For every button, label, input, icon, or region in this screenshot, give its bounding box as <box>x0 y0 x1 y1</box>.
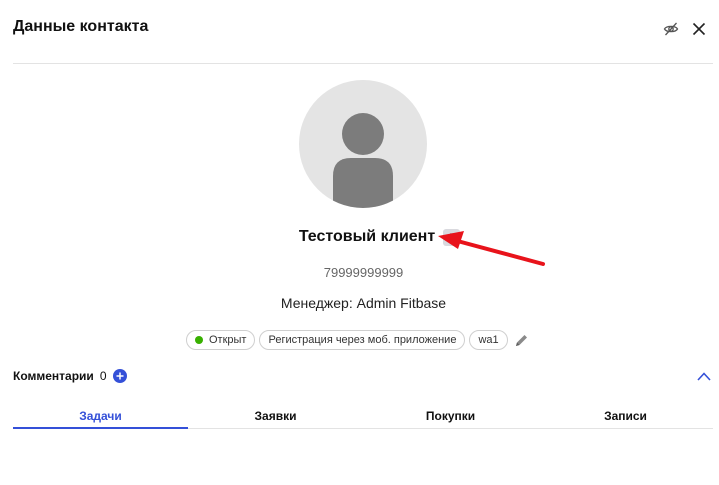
tag-wa1[interactable]: wa1 <box>469 330 508 350</box>
add-comment-button[interactable] <box>112 369 127 383</box>
collapse-comments-button[interactable] <box>696 369 712 383</box>
pencil-icon <box>516 334 528 346</box>
chevron-up-icon <box>697 372 711 381</box>
contact-phone: 79999999999 <box>323 265 404 280</box>
tag-status[interactable]: Открыт <box>186 330 256 350</box>
avatar <box>299 80 427 208</box>
modal-header: Данные контакта <box>0 0 719 64</box>
tab-bookings[interactable]: Записи <box>538 403 713 428</box>
edit-tags-button[interactable] <box>514 332 530 348</box>
tabs-bar: Задачи Заявки Покупки Записи <box>13 403 713 429</box>
tag-label: Регистрация через моб. приложение <box>268 334 457 346</box>
tab-tasks[interactable]: Задачи <box>13 403 188 429</box>
close-button[interactable] <box>690 20 708 38</box>
tab-requests[interactable]: Заявки <box>188 403 363 428</box>
tag-label: Открыт <box>209 334 247 346</box>
tags-row: Открыт Регистрация через моб. приложение… <box>186 330 530 350</box>
eye-off-icon <box>663 22 679 36</box>
header-divider <box>13 63 713 64</box>
comments-count: 0 <box>99 369 107 383</box>
plus-icon <box>116 372 123 380</box>
contact-name: Тестовый клиент <box>298 228 436 245</box>
status-dot <box>195 336 203 344</box>
tag-label: wa1 <box>478 334 499 346</box>
contact-manager: Менеджер: Admin Fitbase <box>280 295 447 311</box>
person-silhouette-icon <box>333 113 393 208</box>
hide-button[interactable] <box>662 20 680 38</box>
tag-registration[interactable]: Регистрация через моб. приложение <box>259 330 466 350</box>
contact-name-row: Тестовый клиент <box>0 226 719 248</box>
tab-purchases[interactable]: Покупки <box>363 403 538 428</box>
comments-section-header: Комментарии 0 <box>13 368 127 384</box>
comments-label: Комментарии <box>13 369 94 383</box>
close-icon <box>692 22 706 36</box>
modal-title: Данные контакта <box>13 18 149 35</box>
